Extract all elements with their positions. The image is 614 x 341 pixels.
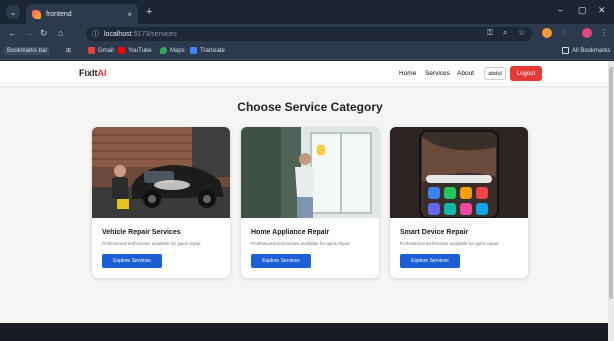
bookmark-gmail[interactable]: Gmail <box>88 47 114 54</box>
explore-services-button[interactable]: Explore Services <box>251 254 311 268</box>
address-bar[interactable]: ⓘ localhost :5173/services <box>86 27 532 41</box>
page-viewport: FixItAI Home Services About abdul Logout… <box>0 61 608 341</box>
url-path: :5173/services <box>131 30 177 38</box>
nav-home-link[interactable]: Home <box>399 70 416 77</box>
translate-icon <box>190 47 197 54</box>
bookmark-label: Maps <box>170 47 185 54</box>
bookmark-label: Translate <box>200 47 225 54</box>
all-bookmarks[interactable]: All Bookmarks <box>562 47 610 54</box>
bookmark-label: YouTube <box>128 47 152 54</box>
browser-tab-strip: ⌄ frontend × + – ▢ ✕ <box>0 0 614 24</box>
bookmark-label: Gmail <box>98 47 114 54</box>
tab-title: frontend <box>46 10 72 18</box>
all-bookmarks-label: All Bookmarks <box>572 47 611 54</box>
user-name-badge[interactable]: abdul <box>484 67 506 80</box>
site-logo[interactable]: FixItAI <box>79 68 107 78</box>
bookmarks-bar: Bookmarks bar ⊞ Gmail YouTube Maps Trans… <box>0 44 614 60</box>
card-title: Home Appliance Repair <box>251 229 330 236</box>
explore-services-button[interactable]: Explore Services <box>102 254 162 268</box>
site-info-icon[interactable]: ⓘ <box>92 29 99 39</box>
site-footer <box>0 323 608 341</box>
site-navbar: FixItAI Home Services About abdul Logout <box>0 61 608 86</box>
scrollbar-thumb[interactable] <box>609 67 613 299</box>
vehicle-repair-image <box>92 127 230 218</box>
explore-services-button[interactable]: Explore Services <box>400 254 460 268</box>
back-icon[interactable]: ← <box>8 28 17 38</box>
page-scrollbar[interactable] <box>608 61 614 341</box>
service-card-appliance[interactable]: Home Appliance Repair Professional techn… <box>241 127 379 278</box>
logout-button[interactable]: Logout <box>510 66 542 81</box>
site-favicon-icon <box>32 9 41 19</box>
tab-search-icon[interactable]: ⌄ <box>6 5 20 19</box>
tab-close-icon[interactable]: × <box>127 10 132 19</box>
bookmark-maps[interactable]: Maps <box>160 47 185 54</box>
forward-icon[interactable]: → <box>24 28 33 38</box>
browser-toolbar: ← → ↻ ⌂ ⓘ localhost :5173/services ⚿ ⌕ ☆… <box>0 24 614 44</box>
close-window-icon[interactable]: ✕ <box>598 5 606 16</box>
extension-icon[interactable] <box>542 28 552 38</box>
maps-icon <box>160 47 167 54</box>
profile-avatar-icon[interactable] <box>582 28 592 38</box>
password-key-icon[interactable]: ⚿ <box>487 28 493 38</box>
gmail-icon <box>88 47 95 54</box>
nav-services-link[interactable]: Services <box>425 70 450 77</box>
smart-device-image <box>390 127 528 218</box>
folder-icon <box>562 47 569 54</box>
service-card-smart-device[interactable]: Smart Device Repair Professional technic… <box>390 127 528 278</box>
card-title: Smart Device Repair <box>400 229 469 236</box>
card-title: Vehicle Repair Services <box>102 229 181 236</box>
bookmark-youtube[interactable]: YouTube <box>118 47 152 54</box>
browser-tab[interactable]: frontend × <box>26 4 138 24</box>
home-icon[interactable]: ⌂ <box>58 28 63 38</box>
extensions-puzzle-icon[interactable]: ◌ <box>562 28 567 37</box>
card-description: Professional technicians available for q… <box>400 241 500 246</box>
url-host: localhost <box>104 30 132 38</box>
card-description: Professional technicians available for q… <box>102 241 202 246</box>
minimize-icon[interactable]: – <box>558 5 563 15</box>
bookmark-star-icon[interactable]: ☆ <box>518 28 525 37</box>
logo-text: FixIt <box>79 68 98 78</box>
bookmark-label: Bookmarks bar <box>7 48 48 54</box>
browser-menu-icon[interactable]: ⋮ <box>600 28 608 37</box>
youtube-icon <box>118 47 125 54</box>
reload-icon[interactable]: ↻ <box>40 28 48 39</box>
home-appliance-image <box>241 127 379 218</box>
nav-about-link[interactable]: About <box>457 70 474 77</box>
zoom-icon[interactable]: ⌕ <box>503 28 507 38</box>
card-description: Professional technicians available for q… <box>251 241 351 246</box>
logo-accent: AI <box>97 68 107 78</box>
maximize-icon[interactable]: ▢ <box>578 5 587 16</box>
new-tab-icon[interactable]: + <box>146 6 152 18</box>
page-title: Choose Service Category <box>237 100 383 114</box>
apps-grid-icon[interactable]: ⊞ <box>66 47 71 54</box>
service-card-vehicle[interactable]: Vehicle Repair Services Professional tec… <box>92 127 230 278</box>
bookmark-translate[interactable]: Translate <box>190 47 225 54</box>
bookmark-bookmarks-bar[interactable]: Bookmarks bar <box>4 47 51 55</box>
